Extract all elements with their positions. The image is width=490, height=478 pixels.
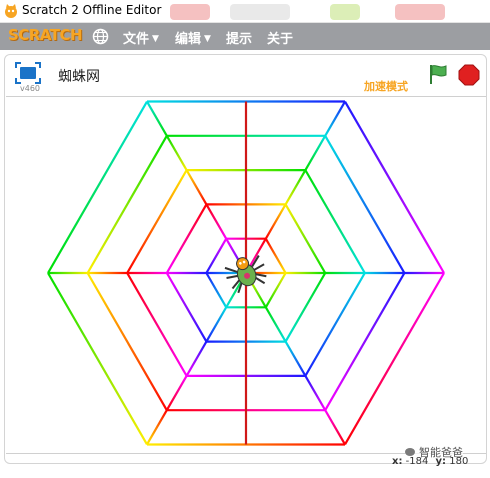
web-ring-segment bbox=[284, 203, 327, 274]
scratch-logo[interactable]: SCRATCH bbox=[8, 26, 83, 44]
menu-about[interactable]: 关于 bbox=[267, 28, 293, 47]
web-ring-segment bbox=[86, 135, 168, 274]
menu-file[interactable]: 文件 ▼ bbox=[123, 28, 159, 47]
project-title[interactable]: 蜘蛛网 bbox=[58, 66, 100, 86]
web-ring-segment bbox=[47, 272, 148, 446]
web-ring-segment bbox=[126, 169, 188, 274]
title-bar: Scratch 2 Offline Editor bbox=[0, 0, 490, 23]
menu-edit-label: 编辑 bbox=[175, 32, 202, 47]
web-spoke bbox=[245, 272, 346, 446]
background-window-decoration bbox=[330, 4, 360, 20]
caret-down-icon: ▼ bbox=[204, 34, 211, 44]
web-ring-segment bbox=[165, 203, 208, 274]
web-ring-segment bbox=[86, 272, 168, 411]
globe-icon[interactable] bbox=[92, 28, 109, 45]
web-ring-segment bbox=[126, 272, 188, 377]
version-label: v460 bbox=[20, 84, 41, 93]
web-ring-segment bbox=[324, 272, 406, 411]
web-spoke bbox=[245, 100, 346, 274]
x-label: x: bbox=[392, 456, 403, 467]
menu-bar: SCRATCH 文件 ▼ 编辑 ▼ 提示 关于 bbox=[0, 23, 490, 50]
menu-tips[interactable]: 提示 bbox=[226, 28, 252, 47]
window-title: Scratch 2 Offline Editor bbox=[22, 3, 162, 17]
web-ring-segment bbox=[324, 135, 406, 274]
web-ring-segment bbox=[344, 272, 445, 446]
web-spoke bbox=[146, 100, 247, 274]
turbo-mode-label: 加速模式 bbox=[364, 80, 408, 93]
web-ring-segment bbox=[344, 100, 445, 274]
background-window-decoration bbox=[230, 4, 290, 20]
scratch-cat-icon bbox=[5, 4, 17, 18]
y-value: 180 bbox=[449, 456, 469, 467]
web-spoke bbox=[146, 272, 247, 446]
menu-edit[interactable]: 编辑 ▼ bbox=[175, 28, 211, 47]
web-ring-segment bbox=[304, 169, 366, 274]
green-flag-button[interactable] bbox=[427, 63, 449, 85]
background-window-decoration bbox=[170, 4, 210, 20]
web-ring-segment bbox=[47, 100, 148, 274]
x-value: -184 bbox=[405, 456, 429, 467]
web-ring-segment bbox=[264, 272, 287, 308]
web-ring-segment bbox=[205, 238, 228, 274]
mouse-coordinates: x: -184 y: 180 bbox=[392, 456, 468, 467]
stage-canvas[interactable] bbox=[6, 96, 486, 454]
y-label: y: bbox=[435, 456, 447, 467]
web-ring-segment bbox=[284, 272, 327, 343]
web-ring-segment bbox=[205, 272, 228, 308]
stage-size-toggle-icon[interactable] bbox=[15, 62, 41, 84]
web-ring-segment bbox=[165, 272, 208, 343]
spider-web-drawing bbox=[47, 100, 445, 446]
caret-down-icon: ▼ bbox=[152, 34, 159, 44]
stop-button[interactable] bbox=[458, 64, 480, 86]
menu-file-label: 文件 bbox=[123, 32, 150, 47]
web-ring-segment bbox=[304, 272, 366, 377]
background-window-decoration bbox=[395, 4, 445, 20]
web-ring-segment bbox=[264, 238, 287, 274]
